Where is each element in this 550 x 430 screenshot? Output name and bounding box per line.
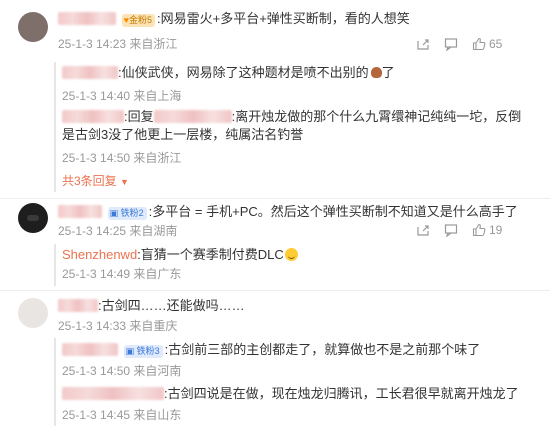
poop-emoji-icon xyxy=(370,67,382,78)
comment-text: :古剑四……还能做吗…… xyxy=(98,298,245,313)
like-button[interactable]: 19 xyxy=(472,223,502,237)
reply-meta: 25-1-3 14:50 来自河南 xyxy=(62,364,182,378)
fan-badge-icon: ▣ xyxy=(125,346,135,356)
username-redacted[interactable] xyxy=(62,66,118,79)
avatar[interactable] xyxy=(18,298,48,328)
reply-text: :仙侠武侠，网易除了这种题材是喷不出别的 xyxy=(118,65,369,80)
avatar[interactable] xyxy=(18,203,48,233)
avatar[interactable] xyxy=(18,12,48,42)
comment-header: ♥金粉5:网易雷火+多平台+弹性买断制，看的人想笑 xyxy=(58,10,410,28)
share-icon[interactable] xyxy=(416,37,430,51)
reply-text: :古剑前三部的主创都走了，就算做也不是之前那个味了 xyxy=(164,342,481,357)
reply-username[interactable]: Shenzhenwd xyxy=(62,247,137,262)
username-redacted[interactable] xyxy=(62,343,118,356)
username-redacted[interactable] xyxy=(58,205,102,218)
reply-text: :离开烛龙做的那个什么九霄缳神记纯纯一坨，反倒 xyxy=(231,109,522,124)
reply-prefix: :回复 xyxy=(124,109,154,124)
reply-2: :古剑四说是在做，现在烛龙归腾讯，工长君很早就离开烛龙了 xyxy=(62,385,519,403)
share-icon[interactable] xyxy=(416,223,430,237)
comment-header: ▣ 铁粉2:多平台 = 手机+PC。然后这个弹性买断制不知道又是什么高手了 xyxy=(58,203,518,221)
comment-header: :古剑四……还能做吗…… xyxy=(58,297,245,315)
comment-meta: 25-1-3 14:25 来自湖南 xyxy=(58,224,178,238)
reply-border xyxy=(54,244,56,286)
like-count: 19 xyxy=(489,223,503,237)
username-redacted[interactable] xyxy=(62,110,124,123)
comment-actions: 19 xyxy=(416,223,536,239)
thumbs-up-icon xyxy=(472,37,486,51)
more-replies-label: 共3条回复 xyxy=(62,174,117,188)
reply-meta: 25-1-3 14:45 来自山东 xyxy=(62,408,182,422)
fan-badge: ▣ 铁粉2 xyxy=(107,207,147,220)
reply-text: :盲猜一个赛季制付费DLC xyxy=(137,247,284,262)
comment-text: :多平台 = 手机+PC。然后这个弹性买断制不知道又是什么高手了 xyxy=(148,204,518,219)
reply-border xyxy=(54,338,56,426)
thumbs-up-icon xyxy=(472,223,486,237)
reply-text-tail: 了 xyxy=(381,65,395,80)
username-redacted[interactable] xyxy=(58,12,116,25)
reply-text-continued: 是古剑3没了他更上一层楼，纯属沽名钓誉 xyxy=(62,127,304,142)
fan-badge-icon: ▣ xyxy=(109,208,119,218)
more-replies-link[interactable]: 共3条回复 ▼ xyxy=(62,172,129,191)
username-redacted[interactable] xyxy=(58,299,98,312)
reply-1: :仙侠武侠，网易除了这种题材是喷不出别的了 xyxy=(62,64,395,82)
comment-meta: 25-1-3 14:23 来自浙江 xyxy=(58,37,178,51)
divider xyxy=(0,290,550,291)
fan-badge: ♥金粉5 xyxy=(121,14,155,27)
caret-down-icon: ▼ xyxy=(120,177,129,187)
reply-text: :古剑四说是在做，现在烛龙归腾讯，工长君很早就离开烛龙了 xyxy=(164,386,519,401)
reply-meta: 25-1-3 14:49 来自广东 xyxy=(62,267,182,281)
comment-icon[interactable] xyxy=(444,223,458,237)
like-button[interactable]: 65 xyxy=(472,37,502,51)
username-redacted[interactable] xyxy=(62,387,164,400)
reply-2: :回复 :离开烛龙做的那个什么九霄缳神记纯纯一坨，反倒 xyxy=(62,108,521,126)
reply-border xyxy=(54,62,56,192)
fan-badge: ▣ 铁粉3 xyxy=(123,345,163,358)
reply-1: ▣ 铁粉3:古剑前三部的主创都走了，就算做也不是之前那个味了 xyxy=(62,341,480,359)
like-count: 65 xyxy=(489,37,503,51)
comment-icon[interactable] xyxy=(444,37,458,51)
reply-meta: 25-1-3 14:50 来自浙江 xyxy=(62,151,182,165)
reply-1: Shenzhenwd:盲猜一个赛季制付费DLC xyxy=(62,246,298,264)
mention-redacted[interactable] xyxy=(153,110,232,123)
comment-actions: 65 xyxy=(416,37,536,53)
comment-text: :网易雷火+多平台+弹性买断制，看的人想笑 xyxy=(156,11,410,26)
divider xyxy=(0,198,550,199)
reply-meta: 25-1-3 14:40 来自上海 xyxy=(62,89,182,103)
comment-meta: 25-1-3 14:33 来自重庆 xyxy=(58,319,178,333)
smile-emoji-icon xyxy=(284,248,298,261)
